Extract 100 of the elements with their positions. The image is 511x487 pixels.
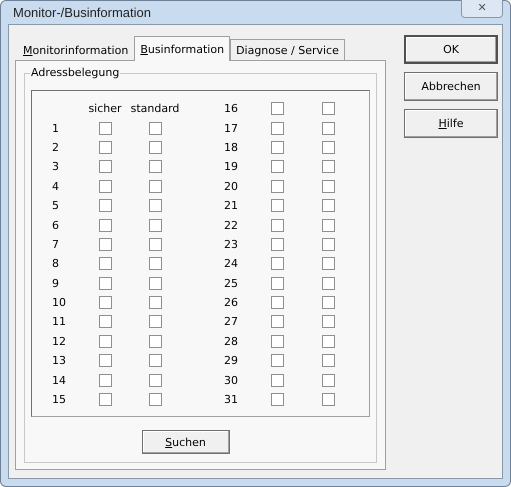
checkbox[interactable] (322, 140, 334, 154)
checkbox[interactable] (98, 374, 112, 387)
checkbox[interactable] (270, 276, 284, 290)
address-number: 14 (52, 374, 67, 387)
tab[interactable]: Businformation (134, 36, 230, 61)
checkbox[interactable] (270, 257, 284, 270)
address-number: 26 (224, 296, 239, 310)
checkbox[interactable] (270, 199, 284, 212)
checkbox[interactable] (270, 140, 284, 154)
address-number: 10 (52, 296, 67, 310)
checkbox[interactable] (98, 296, 112, 310)
checkbox[interactable] (98, 393, 112, 406)
address-number: 31 (224, 393, 239, 406)
address-number: 30 (224, 374, 239, 387)
checkbox[interactable] (148, 238, 162, 251)
dialog-button[interactable]: OK (404, 35, 498, 64)
address-number: 15 (52, 393, 67, 406)
checkbox[interactable] (98, 238, 112, 251)
dialog-button[interactable]: Hilfe (404, 109, 498, 138)
checkbox[interactable] (270, 218, 284, 232)
address-number: 11 (52, 315, 67, 328)
checkbox[interactable] (322, 393, 334, 406)
checkbox[interactable] (322, 199, 334, 212)
checkbox[interactable] (148, 218, 162, 232)
checkbox[interactable] (270, 393, 284, 406)
checkbox[interactable] (270, 374, 284, 387)
address-number: 29 (224, 354, 239, 368)
tab[interactable]: Diagnose / Service (230, 39, 345, 60)
checkbox[interactable] (98, 180, 112, 193)
dialog-button[interactable]: Abbrechen (404, 72, 498, 101)
checkbox[interactable] (98, 257, 112, 270)
checkbox[interactable] (322, 160, 334, 174)
checkbox[interactable] (322, 296, 334, 310)
checkbox[interactable] (322, 257, 334, 270)
address-number: 20 (224, 180, 239, 193)
checkbox[interactable] (322, 276, 334, 290)
checkbox[interactable] (270, 315, 284, 328)
address-number: 25 (224, 276, 239, 290)
checkbox[interactable] (98, 276, 112, 290)
checkbox[interactable] (270, 334, 284, 348)
address-number: 19 (224, 160, 239, 174)
checkbox[interactable] (322, 218, 334, 232)
checkbox[interactable] (98, 334, 112, 348)
address-number: 16 (224, 102, 239, 116)
address-number: 28 (224, 334, 239, 348)
column-header: standard (130, 102, 180, 116)
close-button[interactable]: ✕ (461, 0, 503, 18)
checkbox[interactable] (148, 180, 162, 193)
address-number: 24 (224, 257, 239, 270)
checkbox[interactable] (322, 315, 334, 328)
checkbox[interactable] (148, 393, 162, 406)
checkbox[interactable] (322, 354, 334, 368)
checkbox[interactable] (322, 238, 334, 251)
checkbox[interactable] (148, 374, 162, 387)
checkbox[interactable] (98, 315, 112, 328)
address-number: 9 (52, 276, 60, 290)
checkbox[interactable] (148, 315, 162, 328)
checkbox[interactable] (148, 296, 162, 310)
checkbox[interactable] (148, 122, 162, 135)
address-number: 17 (224, 122, 239, 135)
column-header: sicher (88, 102, 122, 116)
search-button[interactable]: Suchen (142, 430, 230, 454)
checkbox[interactable] (148, 199, 162, 212)
address-number: 18 (224, 140, 239, 154)
checkbox[interactable] (270, 102, 284, 116)
address-number: 27 (224, 315, 239, 328)
group-title: Adressbelegung (30, 66, 120, 79)
checkbox[interactable] (148, 140, 162, 154)
checkbox[interactable] (148, 334, 162, 348)
checkbox[interactable] (270, 122, 284, 135)
address-number: 4 (52, 180, 60, 193)
checkbox[interactable] (270, 238, 284, 251)
checkbox[interactable] (322, 334, 334, 348)
checkbox[interactable] (270, 160, 284, 174)
checkbox[interactable] (322, 374, 334, 387)
checkbox[interactable] (98, 122, 112, 135)
address-number: 22 (224, 218, 239, 232)
address-number: 2 (52, 140, 60, 154)
address-number: 5 (52, 199, 60, 212)
checkbox[interactable] (98, 160, 112, 174)
checkbox[interactable] (322, 102, 334, 116)
checkbox[interactable] (148, 257, 162, 270)
checkbox[interactable] (98, 218, 112, 232)
checkbox[interactable] (148, 354, 162, 368)
checkbox[interactable] (270, 296, 284, 310)
address-number: 7 (52, 238, 60, 251)
checkbox[interactable] (148, 276, 162, 290)
checkbox[interactable] (322, 122, 334, 135)
address-number: 1 (52, 122, 60, 135)
checkbox[interactable] (148, 160, 162, 174)
checkbox[interactable] (322, 180, 334, 193)
address-number: 12 (52, 334, 67, 348)
address-number: 8 (52, 257, 60, 270)
checkbox[interactable] (98, 199, 112, 212)
checkbox[interactable] (270, 354, 284, 368)
checkbox[interactable] (98, 140, 112, 154)
address-number: 21 (224, 199, 239, 212)
checkbox[interactable] (270, 180, 284, 193)
address-number: 13 (52, 354, 67, 368)
checkbox[interactable] (98, 354, 112, 368)
